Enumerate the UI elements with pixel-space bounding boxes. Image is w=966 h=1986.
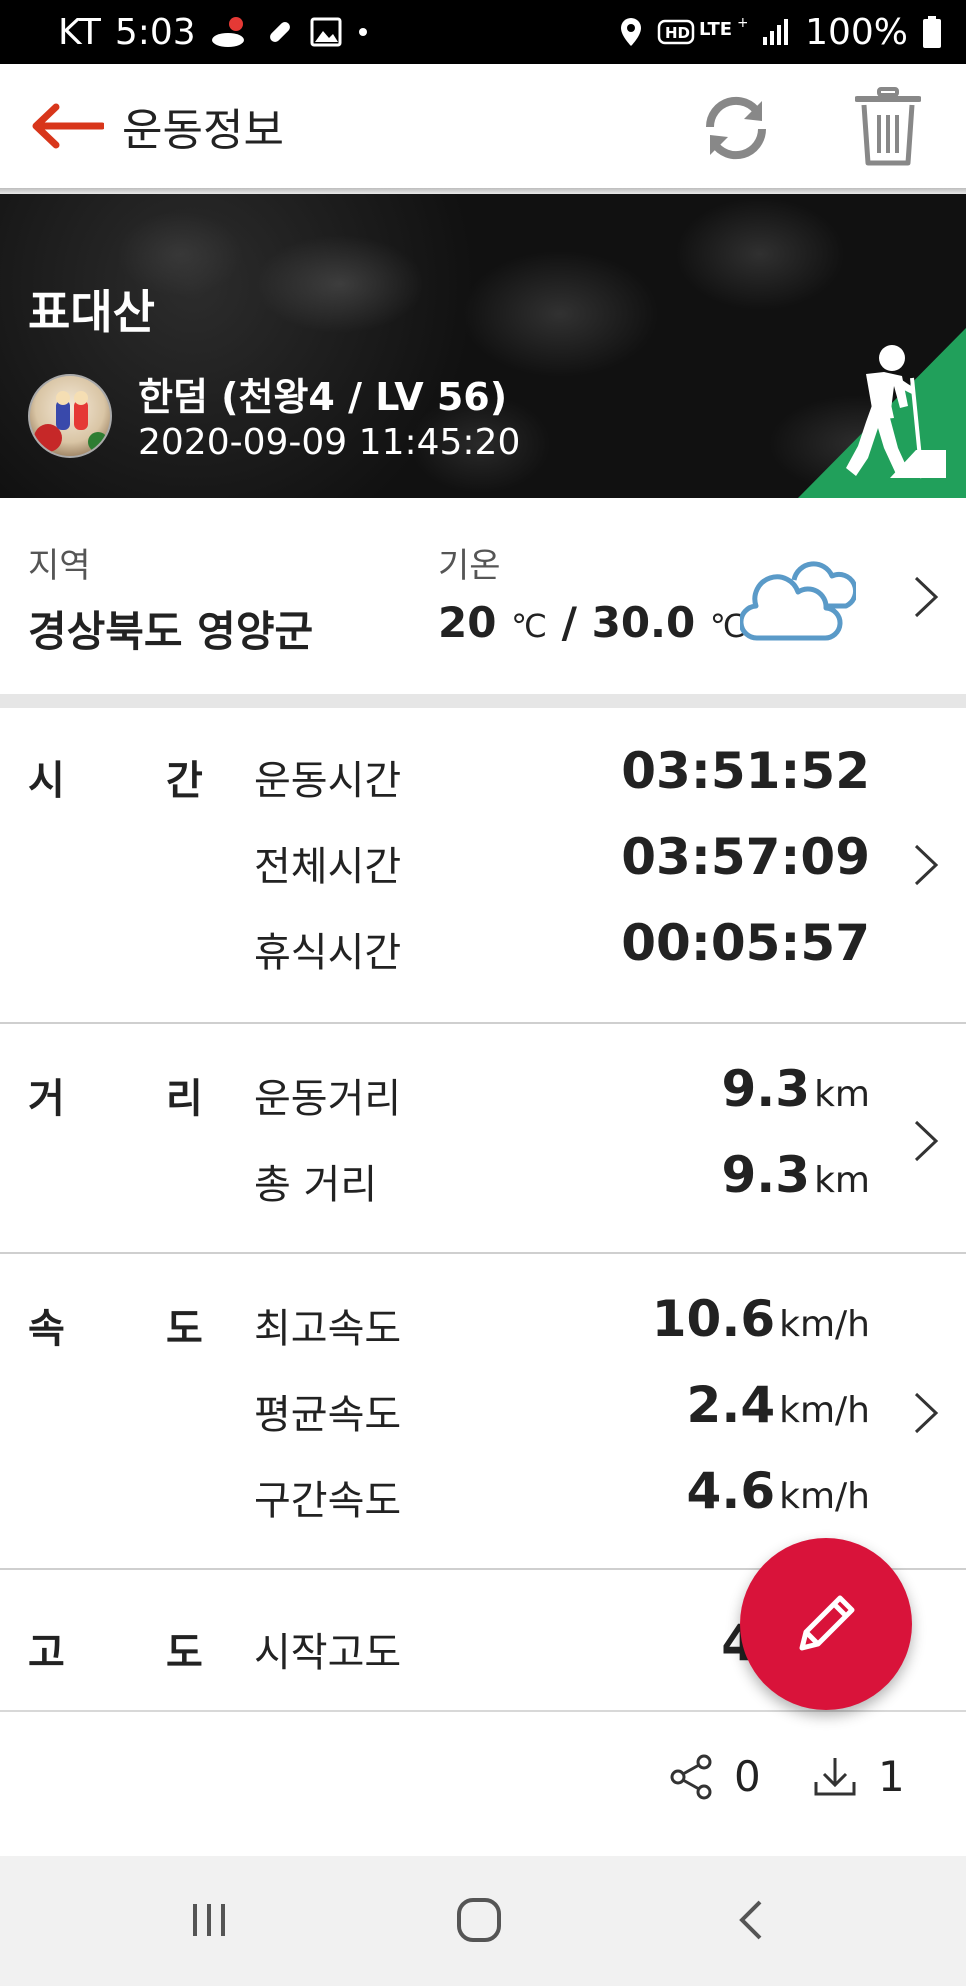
section-divider — [0, 694, 966, 708]
chevron-left-icon — [739, 1900, 762, 1940]
section-label-distance-1: 거 — [28, 1076, 65, 1122]
activity-datetime: 2020-09-09 11:45:20 — [138, 422, 521, 463]
temperature-value: 20 ℃ / 30.0 ℃ — [438, 598, 746, 647]
image-icon — [310, 17, 342, 47]
svg-text:+: + — [737, 15, 747, 31]
avg-speed-value: 2.4 km/h — [687, 1376, 870, 1434]
avg-speed-label: 평균속도 — [254, 1392, 402, 1438]
battery-percent: 100% — [805, 11, 908, 53]
start-altitude-label: 시작고도 — [254, 1630, 402, 1676]
max-speed-label: 최고속도 — [254, 1306, 402, 1352]
exercise-distance-value: 9.3 km — [722, 1060, 871, 1118]
segment-speed-label: 구간속도 — [254, 1478, 402, 1524]
status-left: KT 5:03 — [58, 12, 370, 53]
temperature-separator: / — [561, 598, 577, 647]
section-label-time-2: 간 — [166, 758, 203, 804]
carrier-label: KT — [58, 11, 101, 53]
download-button[interactable]: 1 — [812, 1752, 905, 1801]
chevron-right-icon[interactable] — [908, 1388, 944, 1438]
share-count: 0 — [734, 1752, 761, 1801]
total-distance-value: 9.3 km — [722, 1146, 871, 1204]
section-label-altitude-1: 고 — [28, 1630, 65, 1676]
signal-icon — [761, 17, 791, 47]
temperature-label: 기온 — [438, 546, 501, 586]
share-button[interactable]: 0 — [668, 1752, 761, 1801]
section-label-speed-1: 속 — [28, 1306, 65, 1352]
refresh-button[interactable] — [694, 86, 778, 170]
map-pin-notification-icon — [210, 14, 250, 50]
download-icon — [814, 1757, 856, 1795]
rest-time-value: 00:05:57 — [621, 914, 870, 972]
edit-button[interactable] — [740, 1538, 912, 1710]
total-distance-unit: km — [814, 1160, 870, 1201]
exercise-distance-number: 9.3 — [721, 1060, 811, 1118]
cloudy-icon — [740, 561, 856, 641]
section-label-time-1: 시 — [28, 758, 65, 804]
battery-icon — [922, 15, 942, 49]
total-time-value: 03:57:09 — [621, 828, 870, 886]
section-label-altitude-2: 도 — [166, 1630, 203, 1676]
activity-banner: 표대산 한덤 (천왕4 / LV 56) 2020-09-09 11:45:20 — [0, 194, 966, 498]
avatar[interactable] — [28, 374, 112, 458]
distance-section[interactable]: 거 리 운동거리 9.3 km 총 거리 9.3 km — [0, 1024, 966, 1252]
bandage-icon — [264, 16, 296, 48]
trash-icon — [855, 87, 921, 166]
segment-speed-unit: km/h — [779, 1476, 870, 1517]
svg-text:LTE: LTE — [699, 19, 732, 40]
clock: 5:03 — [114, 11, 196, 53]
app-bar: 운동정보 — [0, 64, 966, 188]
refresh-icon — [705, 96, 767, 160]
home-icon — [457, 1898, 501, 1942]
section-label-speed-2: 도 — [166, 1306, 203, 1352]
time-section[interactable]: 시 간 운동시간 03:51:52 전체시간 03:57:09 휴식시간 00:… — [0, 708, 966, 1022]
system-nav-bar — [0, 1856, 966, 1986]
hd-lte-icon: HD LTE + — [657, 15, 747, 49]
chevron-right-icon[interactable] — [908, 840, 944, 890]
bottom-action-bar: 0 1 — [0, 1710, 966, 1856]
arrow-left-icon — [32, 103, 104, 149]
dot-icon — [356, 25, 370, 39]
back-button[interactable] — [18, 78, 114, 174]
avg-speed-number: 2.4 — [686, 1376, 776, 1434]
temperature-low: 20 — [438, 598, 497, 647]
segment-speed-value: 4.6 km/h — [687, 1462, 870, 1520]
total-distance-number: 9.3 — [721, 1146, 811, 1204]
exercise-time-label: 운동시간 — [254, 758, 402, 804]
download-count: 1 — [878, 1752, 905, 1801]
mountain-name: 표대산 — [28, 285, 155, 339]
exercise-distance-unit: km — [814, 1074, 870, 1115]
recents-button[interactable] — [164, 1880, 254, 1960]
user-name: 한덤 (천왕4 / LV 56) — [138, 375, 508, 419]
region-label: 지역 — [28, 546, 91, 586]
svg-text:HD: HD — [665, 24, 690, 42]
segment-speed-number: 4.6 — [686, 1462, 776, 1520]
max-speed-number: 10.6 — [651, 1290, 776, 1348]
chevron-right-icon[interactable] — [908, 572, 944, 622]
recents-icon — [193, 1904, 225, 1936]
status-right: HD LTE + 100% — [619, 12, 942, 53]
speed-section[interactable]: 속 도 최고속도 10.6 km/h 평균속도 2.4 km/h 구간속도 4.6 k… — [0, 1254, 966, 1568]
page-title: 운동정보 — [122, 105, 284, 156]
delete-button[interactable] — [846, 82, 930, 172]
share-icon — [670, 1754, 712, 1799]
max-speed-value: 10.6 km/h — [652, 1290, 870, 1348]
rest-time-label: 휴식시간 — [254, 930, 402, 976]
temperature-high: 30.0 — [591, 598, 696, 647]
system-back-button[interactable] — [706, 1880, 796, 1960]
chevron-right-icon[interactable] — [908, 1116, 944, 1166]
max-speed-unit: km/h — [779, 1304, 870, 1345]
total-distance-label: 총 거리 — [254, 1162, 378, 1208]
exercise-distance-label: 운동거리 — [254, 1076, 402, 1122]
avg-speed-unit: km/h — [779, 1390, 870, 1431]
region-value: 경상북도 영양군 — [28, 607, 314, 656]
temperature-unit-low: ℃ — [511, 607, 548, 645]
exercise-time-value: 03:51:52 — [621, 742, 870, 800]
location-icon — [619, 16, 643, 48]
status-bar: KT 5:03 HD LTE + 100% — [0, 0, 966, 64]
hiking-icon — [798, 328, 966, 498]
pencil-icon — [799, 1595, 855, 1651]
section-label-distance-2: 리 — [166, 1076, 203, 1122]
total-time-label: 전체시간 — [254, 844, 402, 890]
home-button[interactable] — [434, 1880, 524, 1960]
